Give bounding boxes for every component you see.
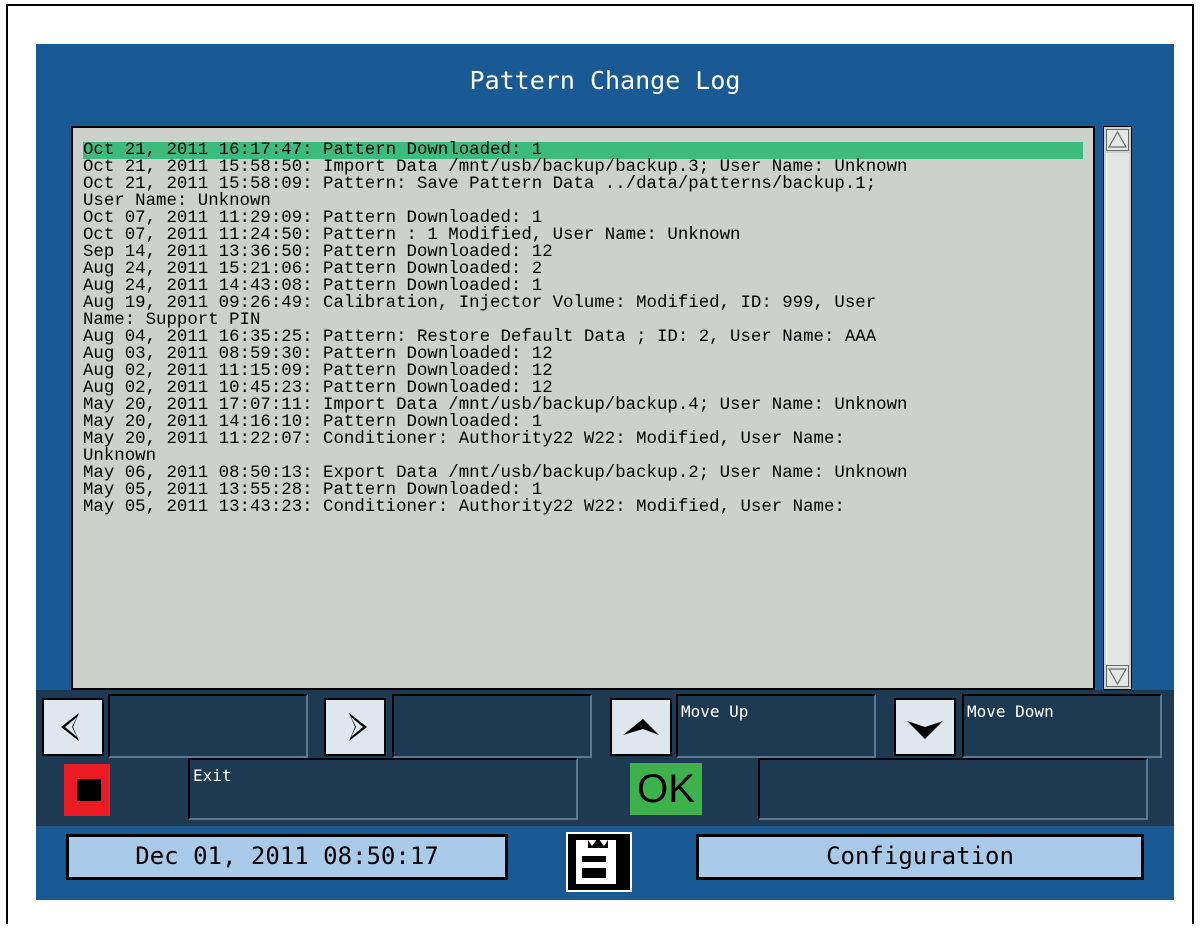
stop-icon [77,779,101,801]
log-list-panel[interactable]: Oct 21, 2011 16:17:47: Pattern Downloade… [71,126,1095,690]
log-entry[interactable]: May 06, 2011 08:50:13: Export Data /mnt/… [83,465,1083,482]
scroll-up-icon [1107,130,1128,148]
log-entry[interactable]: Sep 14, 2011 13:36:50: Pattern Downloade… [83,244,1083,261]
log-entry[interactable]: May 20, 2011 11:22:07: Conditioner: Auth… [83,431,1083,448]
log-entry[interactable]: Oct 21, 2011 15:58:50: Import Data /mnt/… [83,159,1083,176]
log-entry[interactable]: User Name: Unknown [83,193,1083,210]
move-down-button[interactable] [894,698,956,756]
log-entry[interactable]: Aug 02, 2011 11:15:09: Pattern Downloade… [83,363,1083,380]
page-title: Pattern Change Log [469,66,741,95]
log-entry[interactable]: Oct 21, 2011 15:58:09: Pattern: Save Pat… [83,176,1083,193]
scroll-down-button[interactable] [1106,665,1129,687]
left-button[interactable] [42,698,104,756]
log-entry[interactable]: Oct 07, 2011 11:29:09: Pattern Downloade… [83,210,1083,227]
log-entry[interactable]: May 05, 2011 13:43:23: Conditioner: Auth… [83,499,1083,516]
log-scrollbar[interactable] [1103,126,1132,690]
hmi-screen: Pattern Change Log Oct 21, 2011 16:17:47… [36,44,1174,900]
datetime-display[interactable]: Dec 01, 2011 08:50:17 [66,834,508,880]
exit-field: Exit [188,758,578,820]
log-entry[interactable]: May 05, 2011 13:55:28: Pattern Downloade… [83,482,1083,499]
right-field [392,694,592,758]
log-entry[interactable]: Aug 04, 2011 16:35:25: Pattern: Restore … [83,329,1083,346]
move-up-field: Move Up [676,694,876,758]
left-field [108,694,308,758]
arrow-up-icon [623,719,659,735]
arrow-down-icon [907,721,943,739]
log-entry[interactable]: Oct 07, 2011 11:24:50: Pattern : 1 Modif… [83,227,1083,244]
log-entry[interactable]: Unknown [83,448,1083,465]
log-entry[interactable]: Aug 19, 2011 09:26:49: Calibration, Inje… [83,295,1083,312]
logo-graphic [576,838,616,884]
ok-field [758,758,1148,820]
log-list[interactable]: Oct 21, 2011 16:17:47: Pattern Downloade… [83,142,1083,516]
arrow-left-icon [61,713,79,741]
log-entry[interactable]: May 20, 2011 14:16:10: Pattern Downloade… [83,414,1083,431]
log-entry[interactable]: Aug 24, 2011 14:43:08: Pattern Downloade… [83,278,1083,295]
scrollbar-thumb[interactable] [1106,153,1129,671]
ok-button[interactable]: OK [628,761,704,817]
log-entry-selected[interactable]: Oct 21, 2011 16:17:47: Pattern Downloade… [83,142,1083,159]
arrow-right-icon [349,713,367,741]
log-entry[interactable]: May 20, 2011 17:07:11: Import Data /mnt/… [83,397,1083,414]
right-button[interactable] [324,698,386,756]
scroll-up-button[interactable] [1106,129,1129,151]
log-entry[interactable]: Aug 24, 2011 15:21:06: Pattern Downloade… [83,261,1083,278]
log-entry[interactable]: Aug 03, 2011 08:59:30: Pattern Downloade… [83,346,1083,363]
brand-logo-icon[interactable] [566,832,632,892]
move-down-field: Move Down [962,694,1162,758]
scroll-down-icon [1107,668,1128,686]
exit-button[interactable] [62,762,112,818]
move-up-button[interactable] [610,698,672,756]
configuration-button[interactable]: Configuration [696,834,1144,880]
log-entry[interactable]: Name: Support PIN [83,312,1083,329]
log-entry[interactable]: Aug 02, 2011 10:45:23: Pattern Downloade… [83,380,1083,397]
